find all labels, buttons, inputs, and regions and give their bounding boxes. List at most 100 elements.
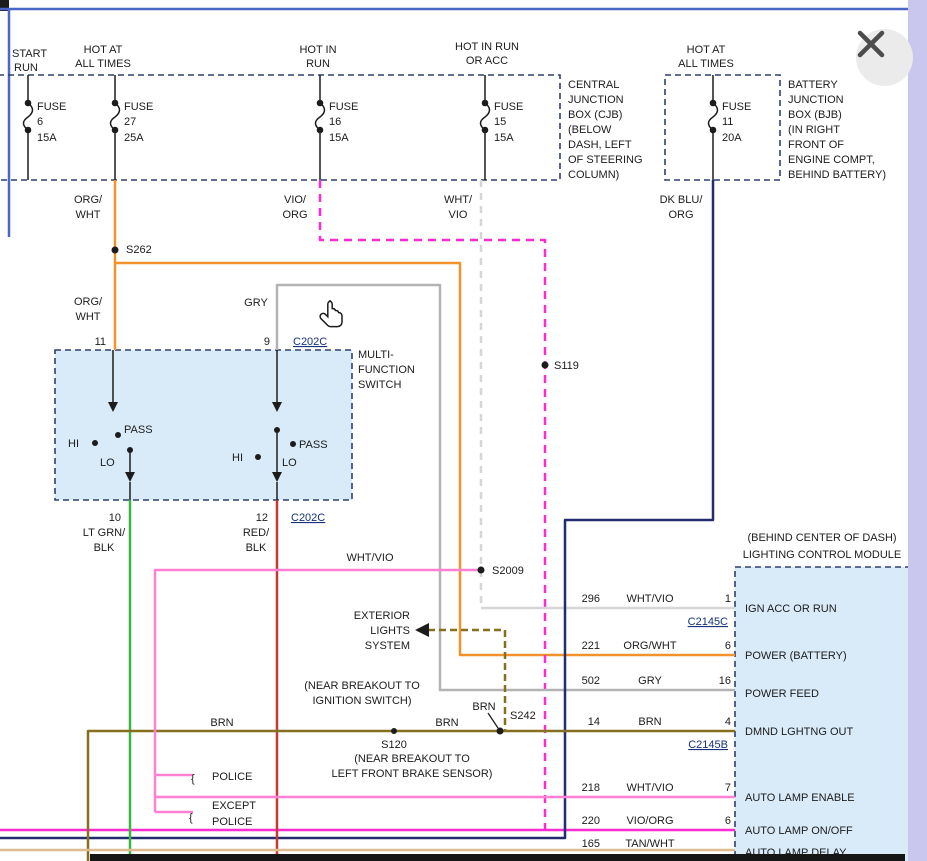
cjb-note: DASH, LEFT <box>568 139 632 151</box>
cjb-note: CENTRAL <box>568 79 619 91</box>
wire-label: VIO <box>449 209 468 221</box>
pin-number: 12 <box>256 512 268 524</box>
circuit-number: 502 <box>582 675 600 687</box>
circuit-color: WHT/VIO <box>626 593 673 605</box>
pin-number: 1 <box>725 593 731 605</box>
circuit-color: BRN <box>638 716 661 728</box>
location-note: LEFT FRONT BRAKE SENSOR) <box>332 768 493 780</box>
close-button[interactable] <box>856 29 913 86</box>
scrollbar-track[interactable] <box>908 0 927 861</box>
splice-label: S2009 <box>492 565 524 577</box>
fuse-amps: 20A <box>722 132 742 144</box>
location-note: IGNITION SWITCH) <box>313 695 412 707</box>
wire-label: ORG <box>668 209 693 221</box>
wire-label: VIO/ <box>284 194 307 206</box>
bjb-note: JUNCTION <box>788 94 844 106</box>
wire-label: LT GRN/ <box>83 527 126 539</box>
wire-label: WHT <box>75 311 100 323</box>
bjb-note: (IN RIGHT <box>788 124 840 136</box>
connector-label: C2145C <box>688 616 728 628</box>
cjb-note: COLUMN) <box>568 169 619 181</box>
circuit-color: WHT/VIO <box>626 782 673 794</box>
splice-label: S262 <box>126 244 152 256</box>
circuit-number: 165 <box>582 838 600 850</box>
wire-label: BRN <box>210 717 233 729</box>
pin-number: 6 <box>725 640 731 652</box>
fuse-amps: 25A <box>124 132 144 144</box>
contact-label: HI <box>68 438 79 450</box>
wire-label: ORG/ <box>74 296 103 308</box>
bus-label: RUN <box>14 62 38 74</box>
fuse-amps: 15A <box>329 132 349 144</box>
bjb-note: BEHIND BATTERY) <box>788 169 886 181</box>
pin-number: 9 <box>264 336 270 348</box>
circuit-number: 218 <box>582 782 600 794</box>
wire-label: BRN <box>435 717 458 729</box>
contact-label: HI <box>232 452 243 464</box>
wire-label: WHT/ <box>444 194 473 206</box>
system-ref: LIGHTS <box>370 625 410 637</box>
fuse-label: FUSE <box>722 101 751 113</box>
diagram-bottom-border <box>90 854 905 861</box>
module-row-label: POWER (BATTERY) <box>745 650 847 662</box>
bjb-note: BOX (BJB) <box>788 109 842 121</box>
connector-label: C202C <box>293 336 327 348</box>
wire-label: ORG <box>282 209 307 221</box>
wire-label: DK BLU/ <box>660 194 704 206</box>
module-row-label: POWER FEED <box>745 688 819 700</box>
variant-label: POLICE <box>212 816 252 828</box>
wire-label: BLK <box>246 542 267 554</box>
bus-label: ALL TIMES <box>75 58 131 70</box>
fuse-label: FUSE <box>37 101 66 113</box>
switch-title: MULTI- <box>358 349 394 361</box>
location-note: (NEAR BREAKOUT TO <box>354 753 470 765</box>
circuit-number: 221 <box>582 640 600 652</box>
fuse-number: 15 <box>494 116 506 128</box>
system-ref: SYSTEM <box>365 640 410 652</box>
circuit-number: 296 <box>582 593 600 605</box>
circuit-color: GRY <box>638 675 662 687</box>
wire-dk-blu-org <box>0 180 713 838</box>
wire-label: GRY <box>244 297 268 309</box>
bus-label: HOT AT <box>84 44 123 56</box>
contact-label: PASS <box>124 424 153 436</box>
bjb-note: BATTERY <box>788 79 838 91</box>
contact-label: PASS <box>299 439 328 451</box>
circuit-number: 14 <box>588 716 600 728</box>
splice-label: S242 <box>510 710 536 722</box>
pin-number: 7 <box>725 782 731 794</box>
exterior-lights-arrow <box>415 623 429 637</box>
fuse-label: FUSE <box>124 101 153 113</box>
module-row-label: AUTO LAMP ENABLE <box>745 792 855 804</box>
connector-label: C202C <box>291 512 325 524</box>
circuit-color: VIO/ORG <box>626 815 673 827</box>
module-location: (BEHIND CENTER OF DASH) <box>747 532 896 544</box>
bus-label: START <box>12 48 47 60</box>
location-note: (NEAR BREAKOUT TO <box>304 680 420 692</box>
fuse-number: 27 <box>124 116 136 128</box>
system-ref: EXTERIOR <box>354 610 410 622</box>
fuse-number: 11 <box>722 116 733 128</box>
cjb-note: BOX (CJB) <box>568 109 622 121</box>
bjb-note: FRONT OF <box>788 139 844 151</box>
module-title: LIGHTING CONTROL MODULE <box>743 549 902 561</box>
bus-label: OR ACC <box>466 55 508 67</box>
bus-label: HOT IN RUN <box>455 41 519 53</box>
module-row-label: IGN ACC OR RUN <box>745 603 837 615</box>
brace-glyph: { <box>189 812 193 824</box>
switch-title: SWITCH <box>358 379 401 391</box>
bus-label: HOT AT <box>687 44 726 56</box>
fuse-label: FUSE <box>329 101 358 113</box>
fuse-number: 6 <box>37 116 43 128</box>
connector-label: C2145B <box>688 739 728 751</box>
wire-wht-vio <box>481 180 735 608</box>
bjb-note: ENGINE COMPT, <box>788 154 875 166</box>
cjb-note: OF STEERING <box>568 154 643 166</box>
wire-label: ORG/ <box>74 194 103 206</box>
contact-label: LO <box>282 457 297 469</box>
module-row-label: AUTO LAMP ON/OFF <box>745 825 853 837</box>
wire-label: WHT/VIO <box>346 552 393 564</box>
fuse-amps: 15A <box>37 132 57 144</box>
fuse-label: FUSE <box>494 101 523 113</box>
bus-label: RUN <box>306 58 330 70</box>
